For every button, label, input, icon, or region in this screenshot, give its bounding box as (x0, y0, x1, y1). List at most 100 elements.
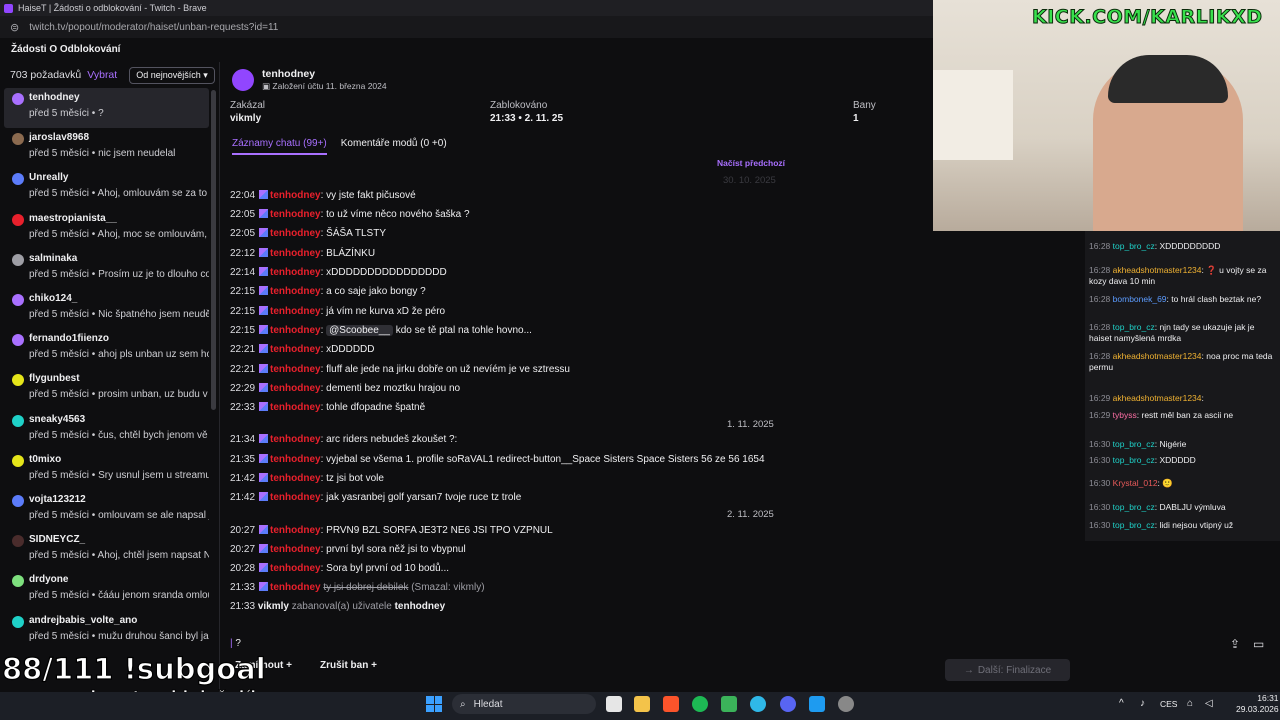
timestamp: 20:27 (230, 544, 256, 555)
app-icon[interactable] (838, 696, 854, 712)
chat-message: 🙂 (1162, 478, 1173, 488)
list-item[interactable]: jaroslav8968 před 5 měsíci • nic jsem ne… (4, 128, 209, 168)
list-item-name: salminaka (29, 252, 78, 264)
chat-username[interactable]: tenhodney (270, 434, 321, 445)
list-item[interactable]: SIDNEYCZ_ před 5 měsíci • Ahoj, chtěl js… (4, 530, 209, 570)
chat-username: tybyss (1112, 410, 1137, 420)
chat-username[interactable]: tenhodney (270, 364, 321, 375)
chat-log-line: 21:33 tenhodney ty jsi dobrej debilek (Sm… (230, 582, 485, 593)
unban-button[interactable]: Zrušit ban + (320, 660, 377, 671)
list-item-text: Nic špatného jsem neudělal (98, 309, 209, 320)
spotify-icon[interactable] (692, 696, 708, 712)
badge-icon (259, 286, 269, 295)
chat-username[interactable]: tenhodney (270, 286, 321, 297)
chat-username[interactable]: tenhodney (270, 544, 321, 555)
stream-chat-message: 16:29 akheadshotmaster1234: (1089, 393, 1204, 403)
list-item[interactable]: t0mixo před 5 měsíci • Sry usnul jsem u … (4, 450, 209, 490)
task-view-icon[interactable] (606, 696, 622, 712)
chat-username[interactable]: tenhodney (270, 525, 321, 536)
page-title: Žádosti O Odblokování (0, 38, 933, 62)
timestamp: 20:28 (230, 563, 256, 574)
chevron-up-icon[interactable]: ^ (1119, 698, 1124, 709)
app-icon[interactable] (750, 696, 766, 712)
stream-chat-message: 16:29 tybyss: restt měl ban za ascii ne (1089, 410, 1234, 420)
chat-username[interactable]: tenhodney (270, 402, 321, 413)
list-item-message: před 5 měsíci • čus, chtěl bych jenom vě (29, 429, 208, 441)
list-item[interactable]: andrejbabis_volte_ano před 5 měsíci • mu… (4, 611, 209, 651)
account-created: ▣ Založení účtu 11. března 2024 (262, 81, 387, 92)
timestamp: 21:34 (230, 434, 256, 445)
site-info-icon[interactable]: ⊜ (10, 21, 19, 34)
sort-dropdown[interactable]: Od nejnovějších ▾ (129, 66, 215, 84)
chat-username[interactable]: tenhodney (270, 306, 321, 317)
chat-log-line: 22:21 tenhodney: xDDDDDD (230, 344, 375, 355)
export-icon[interactable]: ⇪ (1230, 637, 1240, 651)
avatar (12, 173, 24, 186)
chat-username[interactable]: tenhodney (270, 344, 321, 355)
chat-username[interactable]: tenhodney (270, 267, 321, 278)
chat-username[interactable]: tenhodney (270, 209, 321, 220)
list-item[interactable]: fernando1fiienzo před 5 měsíci • ahoj pl… (4, 329, 209, 369)
file-explorer-icon[interactable] (634, 696, 650, 712)
tab-chat-logs[interactable]: Záznamy chatu (99+) (232, 138, 327, 155)
stream-chat-message: 16:30 top_bro_cz: XDDDDD (1089, 455, 1196, 465)
list-item[interactable]: chiko124_ před 5 měsíci • Nic špatného j… (4, 289, 209, 329)
request-count: 703 požadavků (10, 69, 82, 81)
list-item[interactable]: drdyone před 5 měsíci • čááu jenom srand… (4, 570, 209, 610)
microphone-icon[interactable]: ♪ (1140, 698, 1145, 709)
list-item-time: před 5 měsíci (29, 510, 90, 521)
list-item-time: před 5 měsíci (29, 630, 90, 642)
chat-username[interactable]: tenhodney (270, 248, 321, 259)
chat-username[interactable]: tenhodney (270, 563, 321, 574)
start-icon[interactable] (426, 696, 442, 712)
chat-username[interactable]: tenhodney (270, 383, 321, 394)
list-item[interactable]: salminaka před 5 měsíci • Prosím uz je t… (4, 249, 209, 289)
taskbar-search[interactable]: ⌕ Hledat (452, 694, 596, 714)
tab-mod-comments[interactable]: Komentáře modů (0 +0) (341, 138, 447, 155)
next-finalize-button[interactable]: → Další: Finalizace (945, 659, 1070, 681)
chat-message: to hrál clash beztak ne? (1171, 294, 1262, 304)
user-name[interactable]: tenhodney (262, 68, 315, 80)
chat-message: první byl sora něž jsi to vbypnul (326, 544, 466, 555)
resolution-input[interactable]: | ? (230, 638, 930, 652)
network-icon[interactable]: ⌂ (1187, 698, 1193, 709)
list-item[interactable]: sneaky4563 před 5 měsíci • čus, chtěl by… (4, 410, 209, 450)
list-item[interactable]: maestropianista__ před 5 měsíci • Ahoj, … (4, 209, 209, 249)
comment-icon[interactable]: ▭ (1253, 637, 1264, 651)
chat-username[interactable]: tenhodney (270, 228, 321, 239)
timestamp: 21:42 (230, 492, 256, 503)
timestamp: 22:15 (230, 325, 256, 336)
chat-username[interactable]: tenhodney (270, 473, 321, 484)
chat-username[interactable]: tenhodney (270, 582, 321, 593)
app-icon[interactable] (721, 696, 737, 712)
url-text[interactable]: twitch.tv/popout/moderator/haiset/unban-… (29, 22, 278, 33)
taskbar-clock[interactable]: 16:31 29.03.2026 (1236, 693, 1279, 715)
chat-log-line: 22:29 tenhodney: dementi bez moztku hrajo… (230, 383, 461, 394)
list-item-message: před 5 měsíci • mužu druhou šanci byl ja (29, 630, 209, 642)
timestamp: 16:28 (1089, 322, 1111, 332)
brave-browser-icon[interactable] (663, 696, 679, 712)
chat-message: Sora byl první od 10 bodů... (326, 563, 450, 574)
chat-username[interactable]: tenhodney (270, 454, 321, 465)
list-item[interactable]: vojta123212 před 5 měsíci • omlouvam se … (4, 490, 209, 530)
list-item[interactable]: flygunbest před 5 měsíci • prosim unban,… (4, 369, 209, 409)
chat-username[interactable]: tenhodney (270, 190, 321, 201)
chat-log-line: 22:05 tenhodney: to už víme něco nového š… (230, 209, 470, 220)
app-icon[interactable] (809, 696, 825, 712)
chat-username[interactable]: tenhodney (270, 492, 321, 503)
list-item-time: před 5 měsíci (29, 429, 90, 441)
deleted-note: (Smazal: vikmly) (411, 582, 485, 593)
volume-icon[interactable]: ◁ (1205, 698, 1213, 709)
list-scrollbar[interactable] (211, 90, 216, 410)
discord-icon[interactable] (780, 696, 796, 712)
list-item-text: ? (98, 108, 104, 119)
address-bar[interactable]: ⊜ twitch.tv/popout/moderator/haiset/unba… (0, 16, 933, 38)
list-item[interactable]: tenhodney před 5 měsíci • ? (4, 88, 209, 128)
load-previous-link[interactable]: Načíst předchozí (717, 158, 785, 168)
chat-username[interactable]: tenhodney (270, 325, 321, 336)
list-item-message: před 5 měsíci • ? (29, 108, 104, 119)
language-indicator[interactable]: CES (1160, 699, 1177, 709)
list-item[interactable]: Unreally před 5 měsíci • Ahoj, omlouvám … (4, 168, 209, 208)
select-link[interactable]: Vybrat (87, 69, 117, 81)
list-item-time: před 5 měsíci (29, 188, 90, 200)
